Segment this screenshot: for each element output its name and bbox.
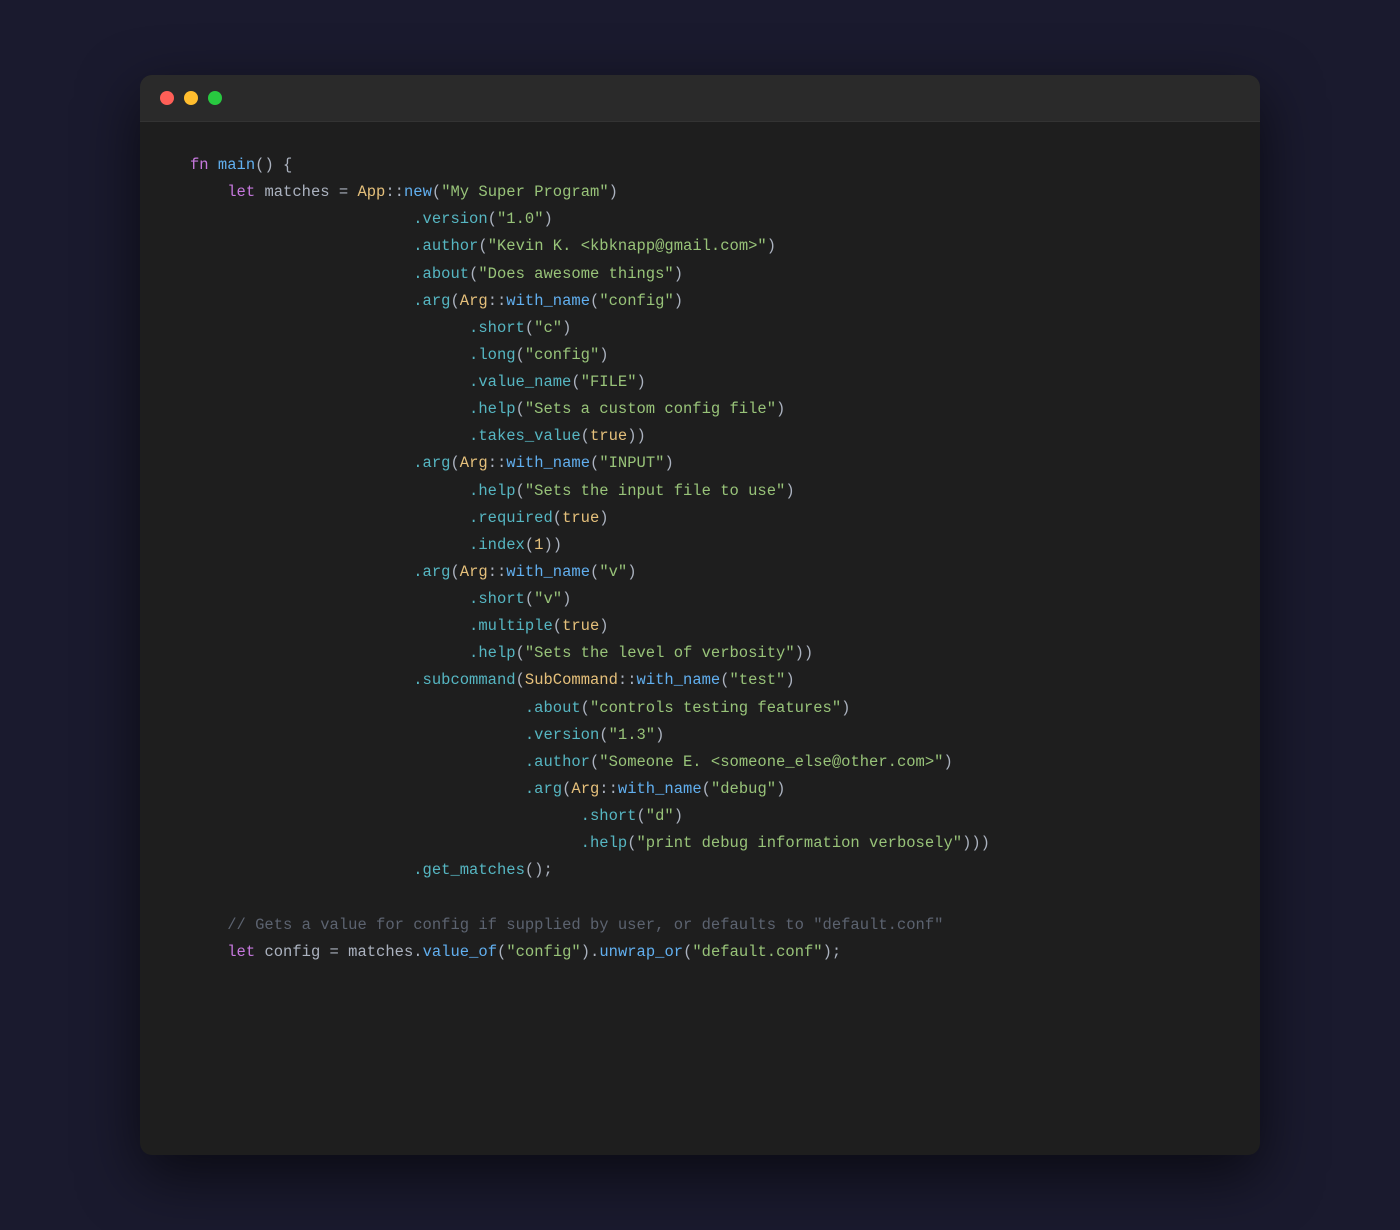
code-line-15: .index(1)) [190,532,1210,559]
code-line-20: .subcommand(SubCommand::with_name("test"… [190,667,1210,694]
code-line-29: // Gets a value for config if supplied b… [190,912,1210,939]
code-line-11: .takes_value(true)) [190,423,1210,450]
code-line-7: .short("c") [190,315,1210,342]
code-line-28 [190,884,1210,911]
code-line-12: .arg(Arg::with_name("INPUT") [190,450,1210,477]
code-line-3: .version("1.0") [190,206,1210,233]
code-line-21: .about("controls testing features") [190,695,1210,722]
code-line-13: .help("Sets the input file to use") [190,478,1210,505]
code-line-16: .arg(Arg::with_name("v") [190,559,1210,586]
maximize-dot[interactable] [208,91,222,105]
code-line-14: .required(true) [190,505,1210,532]
code-line-6: .arg(Arg::with_name("config") [190,288,1210,315]
code-line-5: .about("Does awesome things") [190,261,1210,288]
code-line-26: .help("print debug information verbosely… [190,830,1210,857]
code-line-17: .short("v") [190,586,1210,613]
code-line-1: fn main() { [190,152,1210,179]
code-line-24: .arg(Arg::with_name("debug") [190,776,1210,803]
code-line-19: .help("Sets the level of verbosity")) [190,640,1210,667]
titlebar [140,75,1260,122]
code-line-8: .long("config") [190,342,1210,369]
code-line-25: .short("d") [190,803,1210,830]
code-line-9: .value_name("FILE") [190,369,1210,396]
code-line-10: .help("Sets a custom config file") [190,396,1210,423]
code-line-2: let matches = App::new("My Super Program… [190,179,1210,206]
minimize-dot[interactable] [184,91,198,105]
code-line-27: .get_matches(); [190,857,1210,884]
code-window: fn main() { let matches = App::new("My S… [140,75,1260,1155]
code-line-18: .multiple(true) [190,613,1210,640]
code-editor: fn main() { let matches = App::new("My S… [140,122,1260,996]
code-line-4: .author("Kevin K. <kbknapp@gmail.com>") [190,233,1210,260]
code-line-23: .author("Someone E. <someone_else@other.… [190,749,1210,776]
close-dot[interactable] [160,91,174,105]
code-line-30: let config = matches.value_of("config").… [190,939,1210,966]
code-line-22: .version("1.3") [190,722,1210,749]
